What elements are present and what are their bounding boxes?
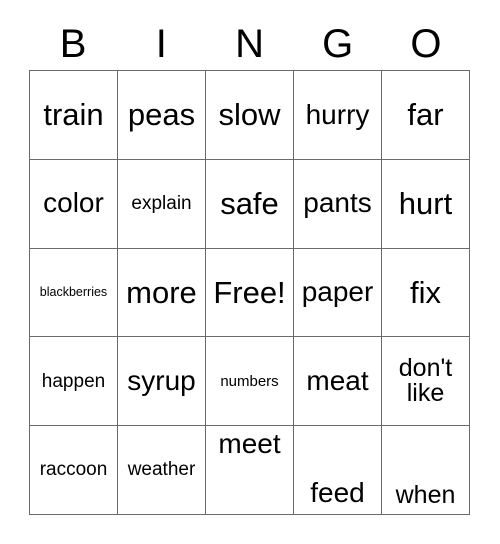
bingo-cell[interactable]: hurry <box>294 71 382 160</box>
bingo-free-space-cell[interactable]: Free! <box>206 248 294 338</box>
bingo-cell[interactable]: meet <box>206 426 294 515</box>
bingo-cell[interactable]: far <box>382 71 470 160</box>
bingo-cell[interactable]: train <box>30 71 118 160</box>
bingo-cell[interactable]: happen <box>30 337 118 427</box>
header-letter-i: I <box>155 22 167 66</box>
bingo-cell-label: fix <box>410 274 441 310</box>
bingo-cell-label: when <box>395 480 456 509</box>
bingo-cell[interactable]: explain <box>118 159 206 249</box>
bingo-cell-label: paper <box>301 276 374 308</box>
bingo-cell-label: hurt <box>398 185 453 221</box>
bingo-cell-label: slow <box>218 97 281 133</box>
bingo-cell-label: syrup <box>127 365 196 397</box>
bingo-cell[interactable]: hurt <box>382 159 470 249</box>
bingo-cell[interactable]: feed <box>294 426 382 515</box>
bingo-header-row: B I N G O <box>29 18 470 70</box>
bingo-cell-label: train <box>43 97 104 133</box>
header-letter-n: N <box>235 22 264 66</box>
bingo-cell-label: don't like <box>398 353 453 408</box>
bingo-cell-label: hurry <box>305 98 370 130</box>
bingo-card: B I N G O train peas slow hurry far color expl… <box>0 0 500 544</box>
bingo-cell-label: numbers <box>220 372 279 390</box>
bingo-grid: train peas slow hurry far color explain safe pan… <box>29 70 470 515</box>
bingo-cell[interactable]: numbers <box>206 337 294 427</box>
bingo-cell-label: Free! <box>213 274 286 310</box>
header-letter-b: B <box>59 22 87 66</box>
bingo-cell-label: meat <box>306 365 369 397</box>
bingo-cell[interactable]: fix <box>382 248 470 338</box>
bingo-cell-label: far <box>407 97 444 133</box>
bingo-cell-label: meet <box>218 428 281 460</box>
bingo-cell[interactable]: blackberries <box>30 248 118 338</box>
bingo-cell[interactable]: slow <box>206 71 294 160</box>
bingo-cell[interactable]: raccoon <box>30 426 118 515</box>
header-letter-o: O <box>410 22 442 66</box>
bingo-cell[interactable]: color <box>30 159 118 249</box>
bingo-cell-label: more <box>126 274 197 310</box>
bingo-cell[interactable]: paper <box>294 248 382 338</box>
bingo-cell-label: safe <box>220 185 279 221</box>
bingo-cell-label: pants <box>303 187 372 219</box>
bingo-cell[interactable]: more <box>118 248 206 338</box>
bingo-cell[interactable]: safe <box>206 159 294 249</box>
bingo-cell[interactable]: when <box>382 426 470 515</box>
bingo-cell[interactable]: pants <box>294 159 382 249</box>
bingo-cell[interactable]: peas <box>118 71 206 160</box>
header-letter-g: G <box>322 22 354 66</box>
bingo-cell-label: explain <box>131 193 192 214</box>
bingo-cell[interactable]: syrup <box>118 337 206 427</box>
bingo-cell-label: blackberries <box>39 285 108 300</box>
bingo-cell-label: raccoon <box>39 459 108 481</box>
bingo-cell[interactable]: weather <box>118 426 206 515</box>
bingo-cell-label: peas <box>127 97 196 133</box>
bingo-cell-label: weather <box>127 459 196 481</box>
bingo-cell[interactable]: meat <box>294 337 382 427</box>
bingo-cell-label: happen <box>41 370 106 392</box>
bingo-cell[interactable]: don't like <box>382 337 470 427</box>
bingo-cell-label: color <box>43 187 104 219</box>
bingo-cell-label: feed <box>310 477 365 509</box>
